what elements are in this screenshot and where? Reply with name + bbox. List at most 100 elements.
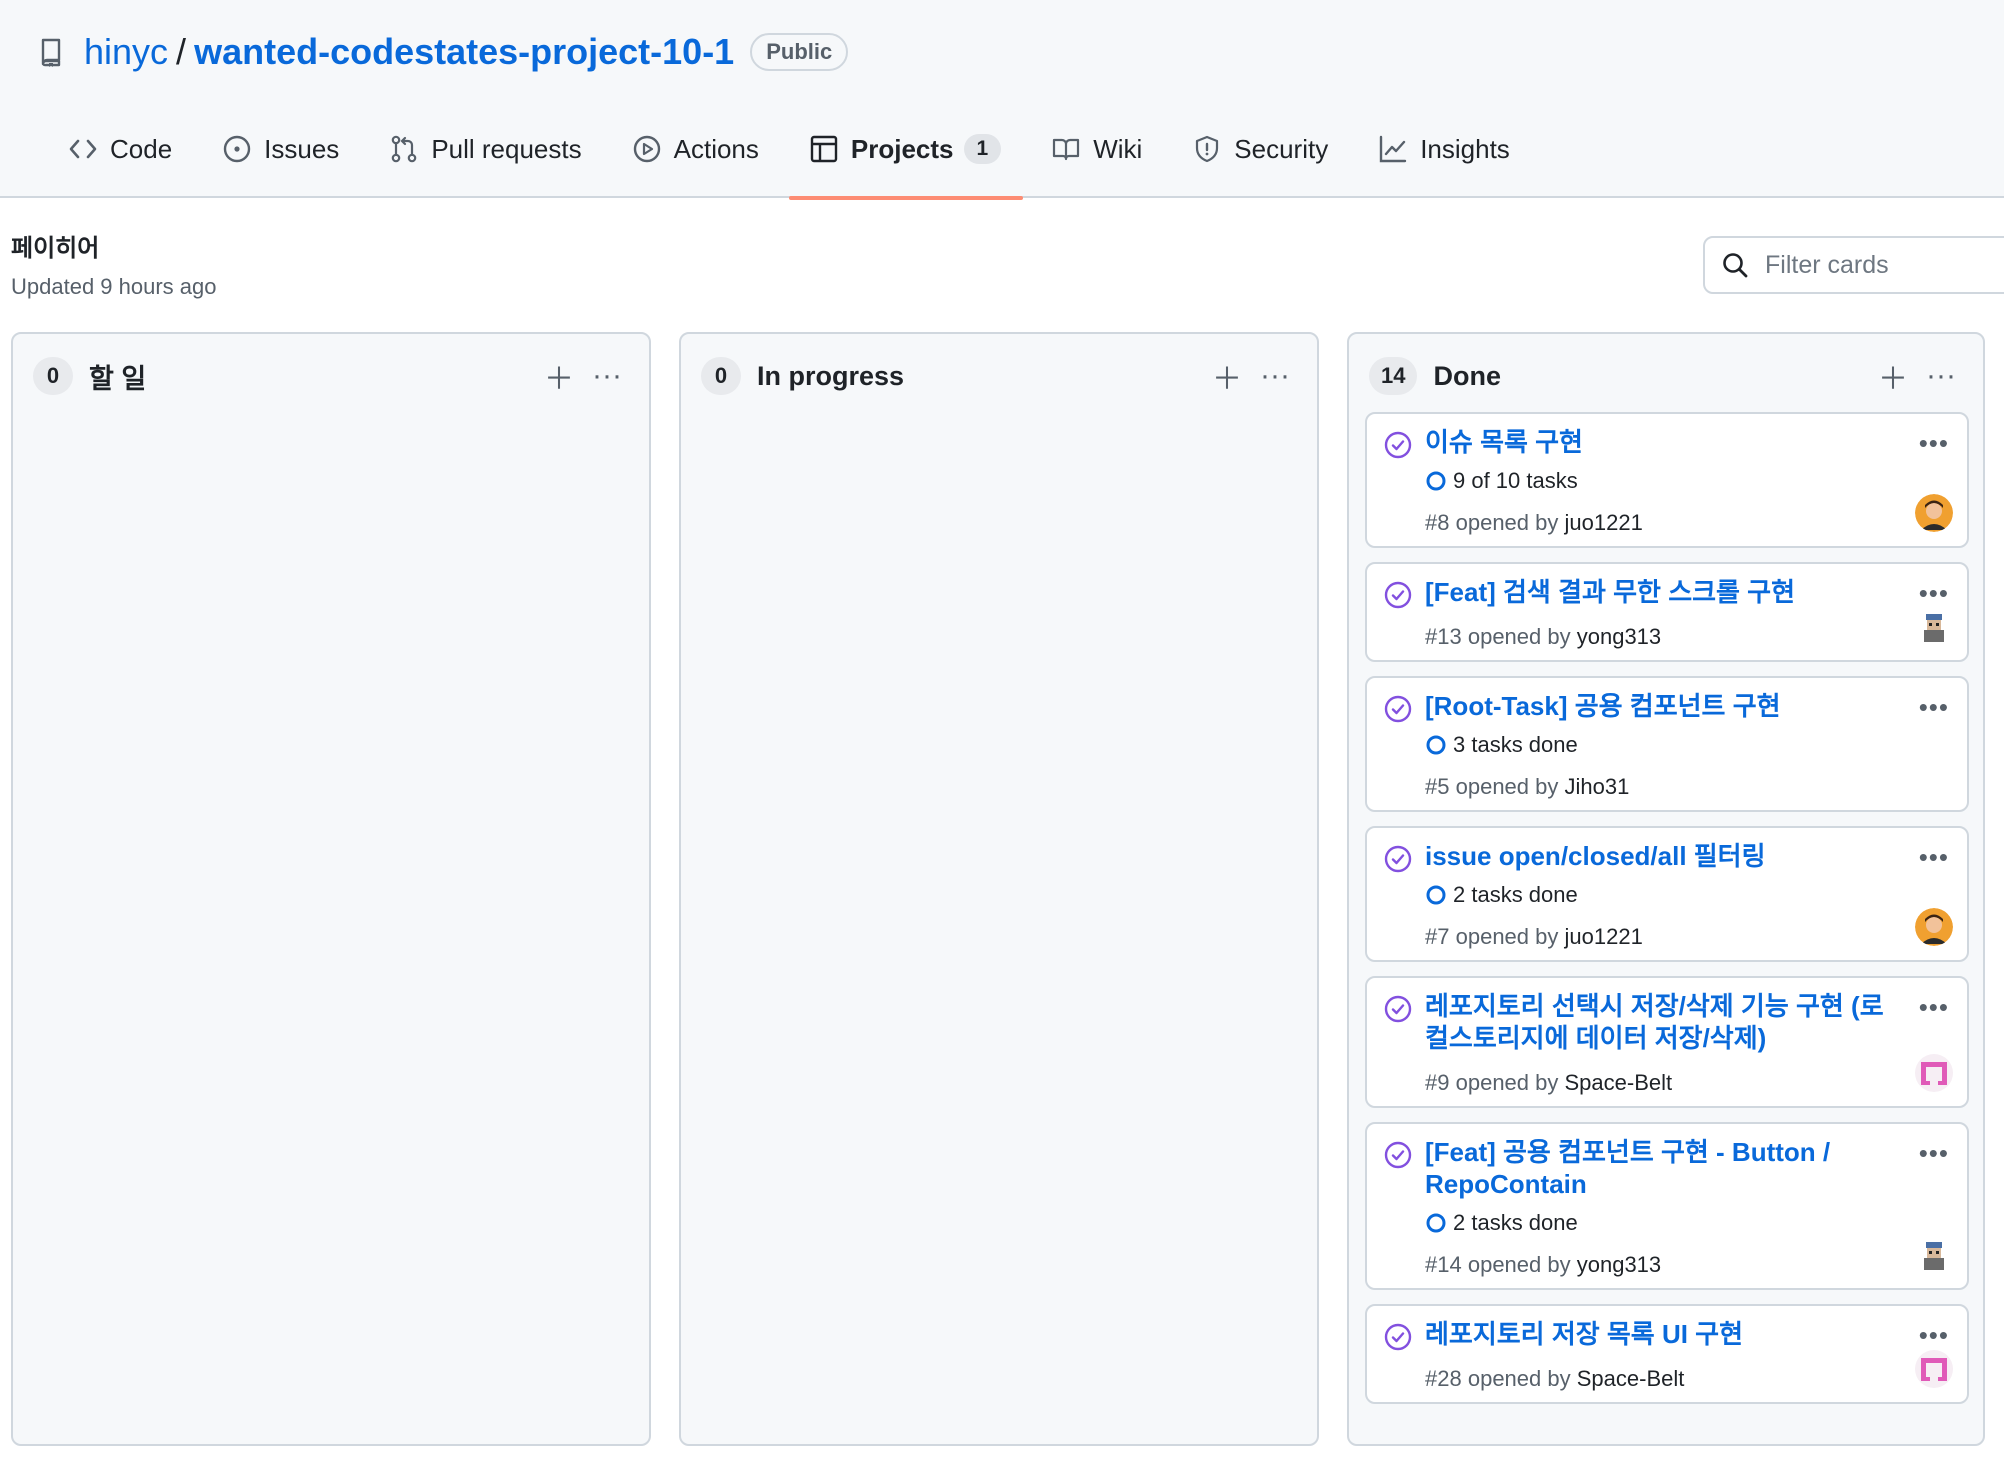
board-updated-time: Updated 9 hours ago — [11, 274, 217, 299]
issue-number: #5 — [1425, 774, 1450, 799]
opened-by-text: opened by — [1467, 624, 1571, 649]
issue-author[interactable]: yong313 — [1577, 1252, 1661, 1277]
task-progress-text: 2 tasks done — [1453, 1210, 1578, 1235]
repo-owner-link[interactable]: hinyc — [84, 31, 168, 73]
task-progress: 9 of 10 tasks — [1425, 468, 1897, 494]
closed-issue-check-icon — [1383, 1140, 1413, 1170]
task-progress-text: 2 tasks done — [1453, 882, 1578, 907]
opened-by-text: opened by — [1455, 1070, 1559, 1095]
tab-pull-requests[interactable]: Pull requests — [361, 124, 603, 198]
column-menu-kebab-icon[interactable]: ··· — [1253, 354, 1297, 398]
issue-author[interactable]: juo1221 — [1565, 924, 1643, 949]
column-count: 0 — [701, 357, 741, 395]
closed-issue-check-icon — [1383, 694, 1413, 724]
card-menu-kebab-icon[interactable]: ••• — [1919, 1320, 1949, 1351]
filter-cards-input[interactable] — [1763, 249, 1963, 281]
tab-wiki[interactable]: Wiki — [1023, 124, 1164, 198]
repo-icon — [40, 36, 68, 68]
graph-icon — [1378, 134, 1408, 164]
closed-issue-check-icon — [1383, 580, 1413, 610]
author-avatar[interactable] — [1915, 608, 1953, 646]
shield-icon — [1192, 134, 1222, 164]
tab-projects[interactable]: Projects 1 — [781, 124, 1024, 200]
issue-author[interactable]: yong313 — [1577, 624, 1661, 649]
author-avatar[interactable] — [1915, 908, 1953, 946]
issue-meta: #28 opened by Space-Belt — [1425, 1366, 1897, 1392]
tab-label: Projects — [850, 134, 954, 164]
author-avatar[interactable] — [1915, 1236, 1953, 1274]
column-todo: 0 할 일 ＋ ··· — [11, 332, 651, 1446]
tab-issues[interactable]: Issues — [194, 124, 361, 198]
card-menu-kebab-icon[interactable]: ••• — [1919, 842, 1949, 873]
repo-name-link[interactable]: wanted-codestates-project-10-1 — [194, 31, 734, 73]
issue-meta: #7 opened by juo1221 — [1425, 924, 1897, 950]
opened-by-text: opened by — [1455, 510, 1559, 535]
issue-author[interactable]: juo1221 — [1565, 510, 1643, 535]
column-menu-kebab-icon[interactable]: ··· — [585, 354, 629, 398]
task-progress: 2 tasks done — [1425, 882, 1897, 908]
issue-icon — [222, 134, 252, 164]
card-menu-kebab-icon[interactable]: ••• — [1919, 1138, 1949, 1169]
issue-card[interactable]: 레포지토리 저장 목록 UI 구현 #28 opened by Space-Bel… — [1365, 1304, 1969, 1404]
card-list: 이슈 목록 구현 9 of 10 tasks #8 opened by juo122… — [1365, 412, 1969, 1418]
tab-security[interactable]: Security — [1164, 124, 1350, 198]
add-card-plus-icon[interactable]: ＋ — [537, 354, 581, 398]
issue-title-link[interactable]: 이슈 목록 구현 — [1425, 427, 1583, 457]
issue-title-link[interactable]: issue open/closed/all 필터링 — [1425, 841, 1766, 871]
issue-meta: #13 opened by yong313 — [1425, 624, 1897, 650]
issue-meta: #5 opened by Jiho31 — [1425, 774, 1897, 800]
visibility-badge: Public — [750, 33, 849, 71]
code-icon — [68, 134, 98, 164]
opened-by-text: opened by — [1467, 1252, 1571, 1277]
card-menu-kebab-icon[interactable]: ••• — [1919, 992, 1949, 1023]
projects-counter: 1 — [963, 134, 1002, 164]
card-menu-kebab-icon[interactable]: ••• — [1919, 578, 1949, 609]
tab-actions[interactable]: Actions — [604, 124, 781, 198]
issue-author[interactable]: Space-Belt — [1565, 1070, 1673, 1095]
issue-author[interactable]: Space-Belt — [1577, 1366, 1685, 1391]
task-progress-text: 3 tasks done — [1453, 732, 1578, 757]
search-icon — [1721, 251, 1749, 279]
issue-title-link[interactable]: [Feat] 검색 결과 무한 스크롤 구현 — [1425, 577, 1795, 607]
column-in-progress: 0 In progress ＋ ··· — [679, 332, 1319, 1446]
issue-number: #28 — [1425, 1366, 1462, 1391]
column-count: 14 — [1369, 357, 1418, 395]
issue-card[interactable]: [Feat] 검색 결과 무한 스크롤 구현 #13 opened by yong… — [1365, 562, 1969, 662]
author-avatar[interactable] — [1915, 1054, 1953, 1092]
filter-cards-field[interactable] — [1703, 236, 2004, 294]
progress-ring-icon — [1425, 884, 1447, 906]
issue-title-link[interactable]: [Feat] 공용 컴포넌트 구현 - Button / RepoContain — [1425, 1137, 1830, 1199]
issue-title-link[interactable]: 레포지토리 선택시 저장/삭제 기능 구현 (로컬스토리지에 데이터 저장/삭제… — [1425, 991, 1884, 1053]
card-menu-kebab-icon[interactable]: ••• — [1919, 428, 1949, 459]
issue-author[interactable]: Jiho31 — [1565, 774, 1630, 799]
issue-number: #7 — [1425, 924, 1450, 949]
column-name: In progress — [757, 360, 905, 391]
tab-label: Wiki — [1093, 134, 1143, 164]
tab-label: Pull requests — [431, 134, 582, 164]
issue-title-link[interactable]: [Root-Task] 공용 컴포넌트 구현 — [1425, 691, 1781, 721]
issue-card[interactable]: 이슈 목록 구현 9 of 10 tasks #8 opened by juo122… — [1365, 412, 1969, 548]
column-done: 14 Done ＋ ··· 이슈 목록 구현 9 of 10 tasks #8 op… — [1347, 332, 1985, 1446]
tab-insights[interactable]: Insights — [1350, 124, 1532, 198]
task-progress-text: 9 of 10 tasks — [1453, 468, 1578, 493]
card-menu-kebab-icon[interactable]: ••• — [1919, 692, 1949, 723]
issue-card[interactable]: issue open/closed/all 필터링 2 tasks done #7 … — [1365, 826, 1969, 962]
add-card-plus-icon[interactable]: ＋ — [1871, 354, 1915, 398]
issue-card[interactable]: 레포지토리 선택시 저장/삭제 기능 구현 (로컬스토리지에 데이터 저장/삭제… — [1365, 976, 1969, 1108]
opened-by-text: opened by — [1455, 774, 1559, 799]
task-progress: 3 tasks done — [1425, 732, 1897, 758]
tab-code[interactable]: Code — [40, 124, 194, 198]
issue-card[interactable]: [Feat] 공용 컴포넌트 구현 - Button / RepoContain… — [1365, 1122, 1969, 1290]
closed-issue-check-icon — [1383, 844, 1413, 874]
issue-card[interactable]: [Root-Task] 공용 컴포넌트 구현 3 tasks done #5 ope… — [1365, 676, 1969, 812]
task-progress: 2 tasks done — [1425, 1210, 1897, 1236]
column-menu-kebab-icon[interactable]: ··· — [1919, 354, 1963, 398]
column-name: Done — [1433, 360, 1501, 391]
author-avatar[interactable] — [1915, 494, 1953, 532]
author-avatar[interactable] — [1915, 1350, 1953, 1388]
issue-title-link[interactable]: 레포지토리 저장 목록 UI 구현 — [1425, 1319, 1743, 1349]
add-card-plus-icon[interactable]: ＋ — [1205, 354, 1249, 398]
tab-label: Issues — [264, 134, 340, 164]
progress-ring-icon — [1425, 470, 1447, 492]
column-count: 0 — [33, 357, 73, 395]
